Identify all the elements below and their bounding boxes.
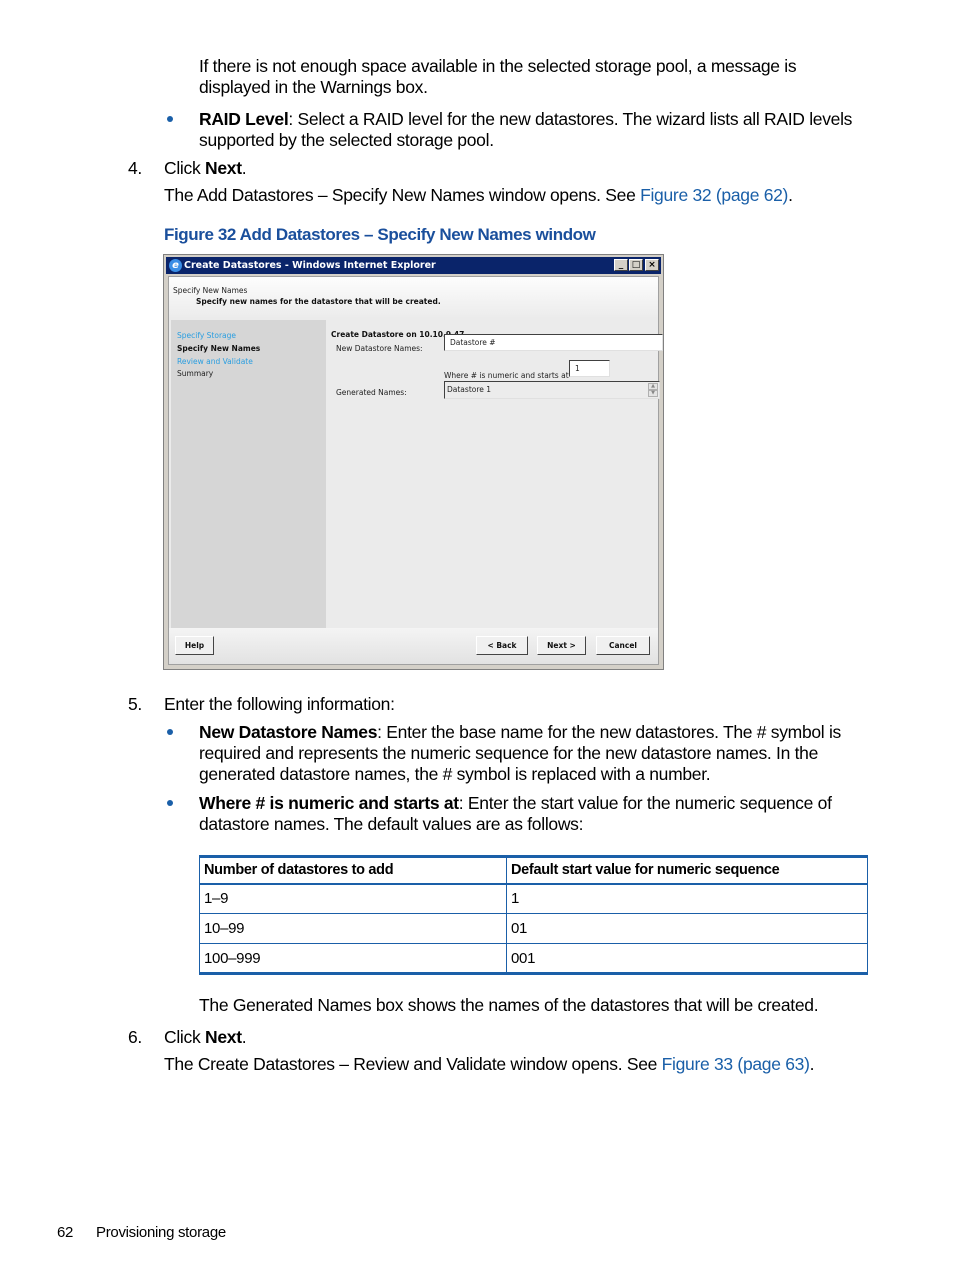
figure-33-link[interactable]: Figure 33 (page 63) bbox=[662, 1054, 810, 1074]
step-6-instruction: Click Next. bbox=[164, 1027, 247, 1048]
figure-32-link[interactable]: Figure 32 (page 62) bbox=[640, 185, 788, 205]
internet-explorer-icon: e bbox=[169, 259, 182, 272]
step-4-result: The Add Datastores – Specify New Names w… bbox=[164, 185, 793, 206]
starts-at-input[interactable]: 1 bbox=[569, 360, 610, 377]
window-titlebar: e Create Datastores - Windows Internet E… bbox=[166, 257, 661, 274]
titlebar-buttons: _ □ × bbox=[613, 259, 659, 271]
table-row: 10–99 01 bbox=[199, 913, 868, 944]
new-names-label: New Datastore Names: bbox=[336, 344, 423, 353]
step-6-prefix: Click bbox=[164, 1027, 205, 1047]
raid-level-bullet: RAID Level: Select a RAID level for the … bbox=[199, 109, 871, 151]
step-6-result-text: The Create Datastores – Review and Valid… bbox=[164, 1054, 662, 1074]
table-cell: 100–999 bbox=[199, 943, 507, 975]
document-page: If there is not enough space available i… bbox=[0, 0, 954, 1271]
step-4-suffix: . bbox=[241, 158, 247, 178]
maximize-button[interactable]: □ bbox=[629, 259, 643, 271]
step-summary: Summary bbox=[177, 369, 214, 378]
bullet-icon bbox=[167, 729, 173, 735]
window-title: Create Datastores - Windows Internet Exp… bbox=[184, 260, 436, 271]
table-cell: 001 bbox=[506, 943, 868, 975]
figure-caption: Figure 32 Add Datastores – Specify New N… bbox=[164, 225, 596, 244]
generated-names-list[interactable]: Datastore 1 ▲ ▼ bbox=[444, 381, 660, 399]
table-cell: 1–9 bbox=[199, 883, 507, 914]
bullet-term: Where # is numeric and starts at bbox=[199, 793, 459, 813]
table-cell: 1 bbox=[506, 883, 868, 914]
new-datastore-names-bullet: New Datastore Names: Enter the base name… bbox=[199, 722, 871, 785]
step-5-text: Enter the following information: bbox=[164, 694, 395, 714]
table-header-row: Number of datastores to add Default star… bbox=[199, 855, 868, 885]
step-6-next-bold: Next bbox=[204, 1027, 242, 1047]
help-button[interactable]: Help bbox=[175, 636, 214, 655]
wizard-footer: Help < Back Next > Cancel bbox=[169, 628, 658, 664]
warnings-paragraph: If there is not enough space available i… bbox=[199, 56, 797, 97]
table-cell: 10–99 bbox=[199, 913, 507, 944]
wizard-window-screenshot: e Create Datastores - Windows Internet E… bbox=[163, 254, 664, 670]
table-row: 100–999 001 bbox=[199, 943, 868, 975]
step-6-suffix: . bbox=[241, 1027, 247, 1047]
bullet-term: New Datastore Names bbox=[199, 722, 378, 742]
new-names-input[interactable]: Datastore # bbox=[444, 334, 663, 351]
generated-names-scrollbar[interactable]: ▲ ▼ bbox=[648, 383, 658, 397]
bullet-icon bbox=[167, 116, 173, 122]
scroll-up-icon[interactable]: ▲ bbox=[648, 383, 658, 390]
table-header-cell: Default start value for numeric sequence bbox=[506, 855, 868, 885]
starts-at-bullet: Where # is numeric and starts at: Enter … bbox=[199, 793, 871, 835]
table-header-cell: Number of datastores to add bbox=[199, 855, 507, 885]
scroll-down-icon[interactable]: ▼ bbox=[648, 390, 658, 397]
bullet-icon bbox=[167, 800, 173, 806]
generated-names-note: The Generated Names box shows the names … bbox=[199, 995, 819, 1015]
step-4-result-end: . bbox=[788, 185, 793, 205]
step-4-result-text: The Add Datastores – Specify New Names w… bbox=[164, 185, 641, 205]
close-button[interactable]: × bbox=[645, 259, 659, 271]
cancel-button[interactable]: Cancel bbox=[596, 636, 650, 655]
table-cell: 01 bbox=[506, 913, 868, 944]
wizard-header: Specify New Names Specify new names for … bbox=[169, 277, 658, 317]
step-5-number: 5. bbox=[128, 694, 142, 714]
back-button[interactable]: < Back bbox=[476, 636, 528, 655]
step-4-instruction: Click Next. bbox=[164, 158, 247, 179]
next-button[interactable]: Next > bbox=[537, 636, 586, 655]
raid-level-text: : Select a RAID level for the new datast… bbox=[199, 109, 853, 150]
default-start-values-table: Number of datastores to add Default star… bbox=[199, 855, 868, 975]
section-title: Provisioning storage bbox=[96, 1224, 226, 1241]
wizard-body: Specify New Names Specify new names for … bbox=[168, 276, 663, 665]
step-6-number: 6. bbox=[128, 1027, 142, 1047]
step-4-number: 4. bbox=[128, 158, 142, 178]
page-number: 62 bbox=[57, 1224, 74, 1241]
step-6-result-end: . bbox=[809, 1054, 815, 1074]
minimize-button[interactable]: _ bbox=[614, 259, 628, 271]
wizard-header-subtitle: Specify new names for the datastore that… bbox=[196, 297, 441, 306]
step-6-result: The Create Datastores – Review and Valid… bbox=[164, 1054, 814, 1075]
step-4-next-bold: Next bbox=[204, 158, 242, 178]
step-4-prefix: Click bbox=[164, 158, 205, 178]
table-row: 1–9 1 bbox=[199, 883, 868, 914]
generated-names-label: Generated Names: bbox=[336, 388, 407, 397]
wizard-steps-sidebar: Specify Storage Specify New Names Review… bbox=[171, 320, 326, 628]
raid-level-term: RAID Level bbox=[199, 109, 289, 129]
generated-name-item: Datastore 1 bbox=[447, 385, 492, 394]
wizard-main-panel: Create Datastore on 10.10.9.47 New Datas… bbox=[329, 320, 663, 628]
